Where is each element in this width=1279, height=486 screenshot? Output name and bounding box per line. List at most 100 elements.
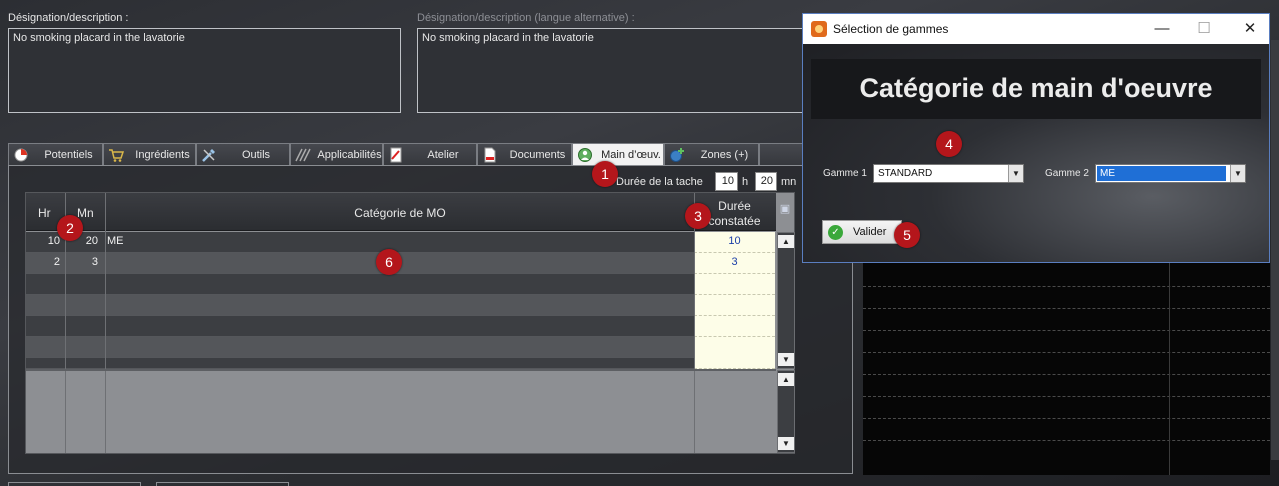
- alt-description-field[interactable]: No smoking placard in the lavatorie: [417, 28, 807, 113]
- annotation-badge-3: 3: [685, 203, 711, 229]
- duration-cell[interactable]: [694, 295, 775, 316]
- annotation-badge-2: 2: [57, 215, 83, 241]
- background-grid: [863, 262, 1270, 475]
- column-divider: [694, 193, 695, 453]
- tab-label: Ingrédients: [135, 149, 190, 161]
- scroll-up-button[interactable]: ▲: [778, 373, 794, 386]
- document-icon: [484, 147, 496, 163]
- tab-label: Main d’œuv.: [601, 149, 661, 161]
- chevron-down-icon[interactable]: ▼: [1008, 165, 1023, 182]
- tab-applicabilites[interactable]: Applicabilités: [290, 143, 383, 166]
- tab-label: Applicabilités: [317, 149, 382, 161]
- minimize-button[interactable]: —: [1147, 18, 1177, 40]
- right-edge-scrollbar[interactable]: [1271, 40, 1279, 460]
- gamme2-select[interactable]: ME ▼: [1095, 164, 1246, 183]
- dialog-headline: Catégorie de main d'oeuvre: [811, 59, 1261, 119]
- grid-line: [863, 352, 1270, 353]
- table-row[interactable]: [26, 358, 694, 369]
- cell-mn: 3: [91, 256, 98, 268]
- cell-hr: 10: [47, 235, 60, 247]
- tab-documents[interactable]: Documents: [477, 143, 572, 166]
- grid-header: Hr Mn Catégorie de MO Durée constatée: [26, 193, 776, 231]
- range-selection-dialog: Sélection de gammes — ☐ ✕ Catégorie de m…: [802, 13, 1270, 263]
- column-settings-icon[interactable]: ▣: [777, 202, 793, 218]
- hours-unit: h: [742, 176, 749, 188]
- maximize-button[interactable]: ☐: [1189, 18, 1219, 40]
- grid-line: [863, 286, 1270, 287]
- description-field[interactable]: No smoking placard in the lavatorie: [8, 28, 401, 113]
- gamme2-value: ME: [1097, 166, 1226, 181]
- annotation-badge-5: 5: [894, 222, 920, 248]
- app-icon: [811, 21, 827, 37]
- pie-chart-icon: [14, 148, 28, 162]
- validate-button[interactable]: ✓ Valider: [822, 220, 902, 244]
- cell-hr: 2: [53, 256, 60, 268]
- grid-line: [863, 330, 1270, 331]
- tab-outils[interactable]: Outils: [196, 143, 290, 166]
- gamme1-value: STANDARD: [878, 168, 933, 179]
- grid-column-line: [1169, 262, 1170, 475]
- labor-icon: [578, 148, 592, 162]
- dialog-title: Sélection de gammes: [833, 22, 949, 36]
- bottom-button-stub[interactable]: [8, 482, 141, 486]
- scroll-down-button[interactable]: ▼: [778, 437, 794, 450]
- scroll-down-button[interactable]: ▼: [778, 353, 794, 366]
- annotation-badge-1: 1: [592, 161, 618, 187]
- tab-label: Outils: [241, 149, 271, 161]
- table-row[interactable]: [26, 295, 694, 316]
- tab-label: Potentiels: [44, 149, 93, 161]
- cart-icon: [109, 149, 124, 162]
- annotation-badge-4: 4: [936, 131, 962, 157]
- zones-icon: [670, 148, 684, 162]
- tab-atelier[interactable]: Atelier: [383, 143, 477, 166]
- grid-line: [863, 396, 1270, 397]
- grid-line: [863, 440, 1270, 441]
- column-divider: [105, 193, 106, 453]
- upper-scrollbar[interactable]: ▲ ▼: [777, 232, 795, 369]
- chevron-down-icon[interactable]: ▼: [1230, 165, 1245, 182]
- workshop-icon: [390, 147, 402, 163]
- task-hours-input[interactable]: 10: [715, 172, 738, 191]
- tab-potentiels[interactable]: Potentiels: [8, 143, 103, 166]
- tab-main-oeuvre[interactable]: Main d’œuv.: [572, 143, 664, 166]
- cell-category: ME: [107, 235, 124, 247]
- gamme1-select[interactable]: STANDARD ▼: [873, 164, 1024, 183]
- table-row[interactable]: 2 3: [26, 253, 694, 274]
- checkmark-icon: ✓: [828, 225, 843, 240]
- task-minutes-input[interactable]: 20: [755, 172, 777, 191]
- applicability-icon: [295, 148, 311, 162]
- alt-description-label: Désignation/description (langue alternat…: [417, 12, 635, 24]
- gamme1-label: Gamme 1: [823, 168, 867, 179]
- grid-line: [863, 308, 1270, 309]
- tab-bar: Potentiels Ingrédients Outils Applicabil…: [8, 143, 853, 166]
- grid-line: [863, 374, 1270, 375]
- tab-label: Zones (+): [700, 149, 749, 161]
- description-label: Désignation/description :: [8, 12, 129, 24]
- minutes-unit: mn: [781, 176, 797, 188]
- tab-label: Documents: [509, 149, 566, 161]
- gamme2-label: Gamme 2: [1045, 168, 1089, 179]
- grid-line: [863, 418, 1270, 419]
- bottom-button-stub[interactable]: [156, 482, 289, 486]
- close-button[interactable]: ✕: [1235, 18, 1265, 40]
- task-duration-label: Durée de la tache: [616, 176, 703, 188]
- duration-cell[interactable]: [694, 274, 775, 295]
- lower-scrollbar[interactable]: ▲ ▼: [777, 370, 795, 453]
- duration-cell[interactable]: 10: [694, 232, 775, 253]
- tab-label: Atelier: [427, 149, 459, 161]
- header-category: Catégorie de MO: [354, 206, 446, 220]
- duration-cell[interactable]: [694, 316, 775, 337]
- grid-separator: [26, 369, 776, 371]
- table-row[interactable]: [26, 316, 694, 337]
- table-row[interactable]: [26, 337, 694, 358]
- header-hr: Hr: [38, 206, 51, 220]
- scroll-up-button[interactable]: ▲: [778, 235, 794, 248]
- duration-cell[interactable]: [694, 337, 775, 369]
- cell-mn: 20: [85, 235, 98, 247]
- dialog-titlebar[interactable]: Sélection de gammes — ☐ ✕: [803, 14, 1269, 44]
- table-row[interactable]: 10 20 ME: [26, 232, 694, 253]
- tab-ingredients[interactable]: Ingrédients: [103, 143, 196, 166]
- table-row[interactable]: [26, 274, 694, 295]
- duration-cell[interactable]: 3: [694, 253, 775, 274]
- tab-zones[interactable]: Zones (+): [664, 143, 759, 166]
